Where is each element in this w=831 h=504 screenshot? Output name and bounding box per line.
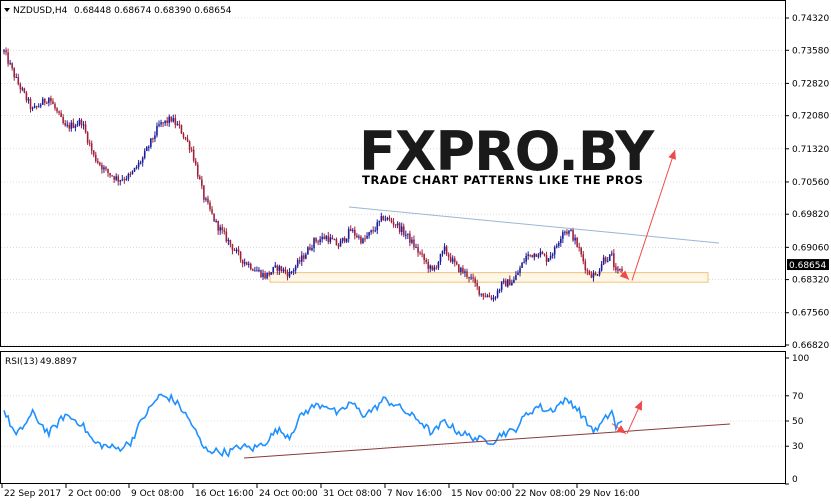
support-zone-rectangle[interactable] xyxy=(269,272,709,283)
time-tick-label: 2 Oct 00:00 xyxy=(68,489,121,499)
price-tick-label: 0.68320 xyxy=(792,276,829,286)
time-tick-label: 24 Oct 00:00 xyxy=(259,489,318,499)
price-tick-label: 0.66820 xyxy=(792,341,829,351)
rsi-pane-frame xyxy=(0,351,786,484)
logo-tagline: TRADE CHART PATTERNS LIKE THE PROS xyxy=(362,173,644,187)
current-price-label: 0.68654 xyxy=(789,261,826,271)
price-tick-label: 0.71320 xyxy=(792,145,829,155)
time-tick-label: 22 Sep 2017 xyxy=(4,489,61,499)
fxpro-logo: FXPRO.BY TRADE CHART PATTERNS LIKE THE P… xyxy=(359,120,656,187)
time-tick-label: 22 Nov 08:00 xyxy=(515,489,576,499)
rsi-value: 49.8897 xyxy=(40,357,77,367)
price-tick-label: 0.69060 xyxy=(792,243,829,253)
symbol-title: NZDUSD,H4 xyxy=(13,6,68,16)
time-tick-label: 16 Oct 16:00 xyxy=(195,489,254,499)
price-axis: 0.74320 0.73580 0.72820 0.72080 0.71320 0.705… xyxy=(785,14,829,351)
price-tick-label: 0.74320 xyxy=(792,14,829,24)
price-tick-label: 0.70560 xyxy=(792,178,829,188)
time-tick-label: 31 Oct 08:00 xyxy=(323,489,382,499)
time-tick-label: 9 Oct 08:00 xyxy=(131,489,184,499)
price-tick-label: 0.67560 xyxy=(792,309,829,319)
price-tick-label: 0.72080 xyxy=(792,112,829,122)
rsi-tick-label: 50 xyxy=(792,417,804,427)
current-price-tag: 0.68654 xyxy=(787,259,829,271)
rsi-tick-label: 70 xyxy=(792,392,804,402)
rsi-tick-label: 0 xyxy=(792,475,798,485)
price-tick-label: 0.72820 xyxy=(792,79,829,89)
rsi-tick-label: 100 xyxy=(792,354,809,364)
time-tick-label: 15 Nov 00:00 xyxy=(451,489,512,499)
time-axis: 22 Sep 2017 2 Oct 00:00 9 Oct 08:00 16 Oct … xyxy=(1,484,640,499)
symbol-header: NZDUSD,H4 0.68448 0.68674 0.68390 0.6865… xyxy=(4,6,232,16)
time-tick-label: 29 Nov 16:00 xyxy=(579,489,640,499)
price-tick-label: 0.73580 xyxy=(792,46,829,56)
price-tick-label: 0.69820 xyxy=(792,210,829,220)
rsi-tick-label: 30 xyxy=(792,442,804,452)
chart-window: FXPRO.BY TRADE CHART PATTERNS LIKE THE P… xyxy=(0,0,829,499)
rsi-title: RSI(13) xyxy=(5,357,38,367)
ohlc-values: 0.68448 0.68674 0.68390 0.68654 xyxy=(74,6,232,16)
time-tick-label: 7 Nov 16:00 xyxy=(387,489,442,499)
rsi-header: RSI(13) 49.8897 xyxy=(5,357,77,367)
rsi-axis: 100 70 50 30 0 xyxy=(785,354,809,485)
